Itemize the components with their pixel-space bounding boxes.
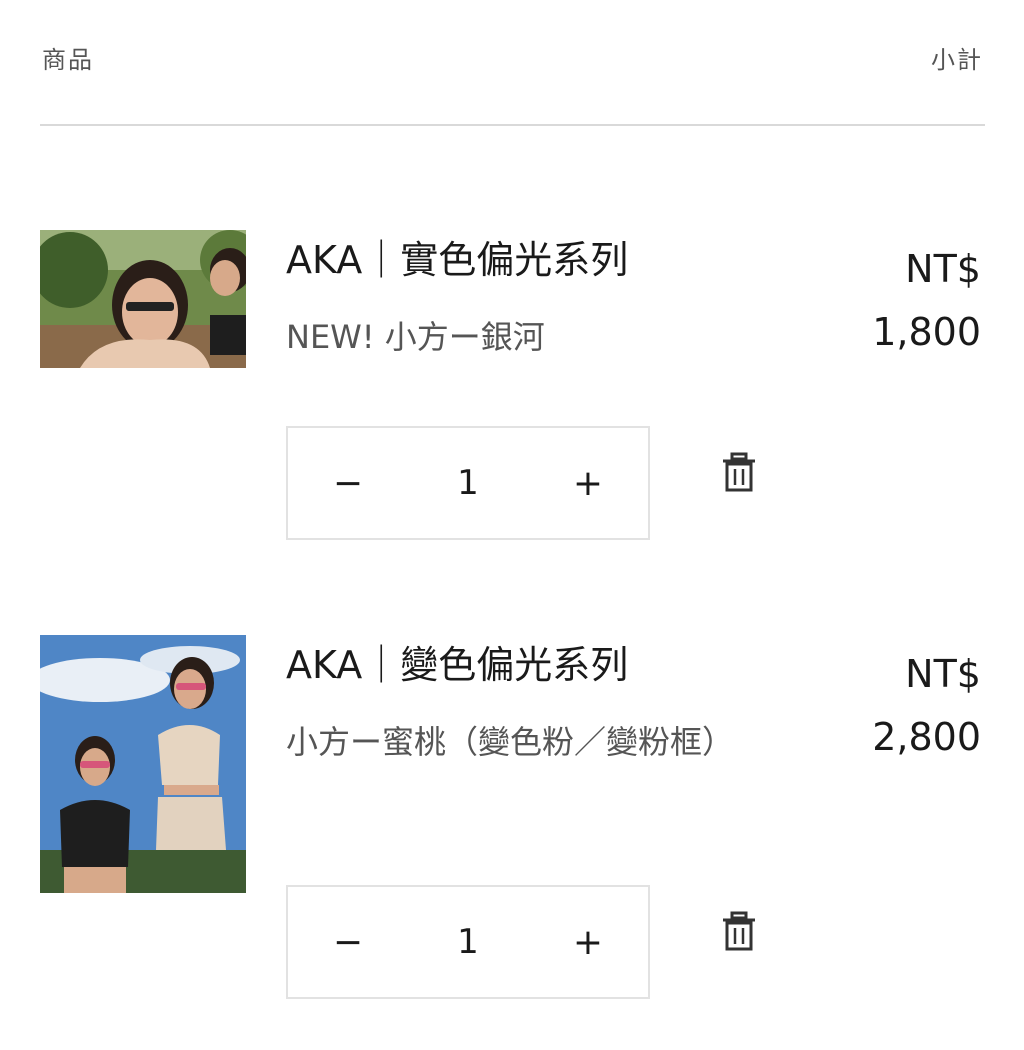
increase-quantity-button[interactable]: + xyxy=(528,887,648,997)
quantity-stepper: − 1 + xyxy=(286,426,650,540)
quantity-value[interactable]: 1 xyxy=(408,922,528,962)
subtotal-column-header: 小計 xyxy=(931,46,983,74)
cart-item: AKA｜實色偏光系列 NEW! 小方ー銀河 NT$ 1,800 − 1 + xyxy=(40,230,985,550)
price-currency: NT$ xyxy=(905,247,981,291)
price-amount: 2,800 xyxy=(872,714,981,759)
quantity-value[interactable]: 1 xyxy=(408,463,528,503)
price-amount: 1,800 xyxy=(872,309,981,354)
trash-icon[interactable] xyxy=(720,911,758,951)
increase-quantity-button[interactable]: + xyxy=(528,428,648,538)
product-title[interactable]: AKA｜變色偏光系列 xyxy=(286,643,628,689)
quantity-stepper: − 1 + xyxy=(286,885,650,999)
product-variant: 小方ー蜜桃（變色粉／變粉框） xyxy=(286,723,735,761)
product-title[interactable]: AKA｜實色偏光系列 xyxy=(286,238,628,284)
product-column-header: 商品 xyxy=(42,46,94,74)
item-subtotal: NT$ 2,800 xyxy=(872,643,981,768)
product-image[interactable] xyxy=(40,635,246,893)
trash-icon[interactable] xyxy=(720,452,758,492)
product-variant: NEW! 小方ー銀河 xyxy=(286,318,545,356)
cart-item: AKA｜變色偏光系列 小方ー蜜桃（變色粉／變粉框） NT$ 2,800 − 1 … xyxy=(40,635,985,1005)
decrease-quantity-button[interactable]: − xyxy=(288,428,408,538)
product-image[interactable] xyxy=(40,230,246,368)
item-subtotal: NT$ 1,800 xyxy=(872,238,981,363)
price-currency: NT$ xyxy=(905,652,981,696)
decrease-quantity-button[interactable]: − xyxy=(288,887,408,997)
cart-header: 商品 小計 xyxy=(40,40,985,126)
